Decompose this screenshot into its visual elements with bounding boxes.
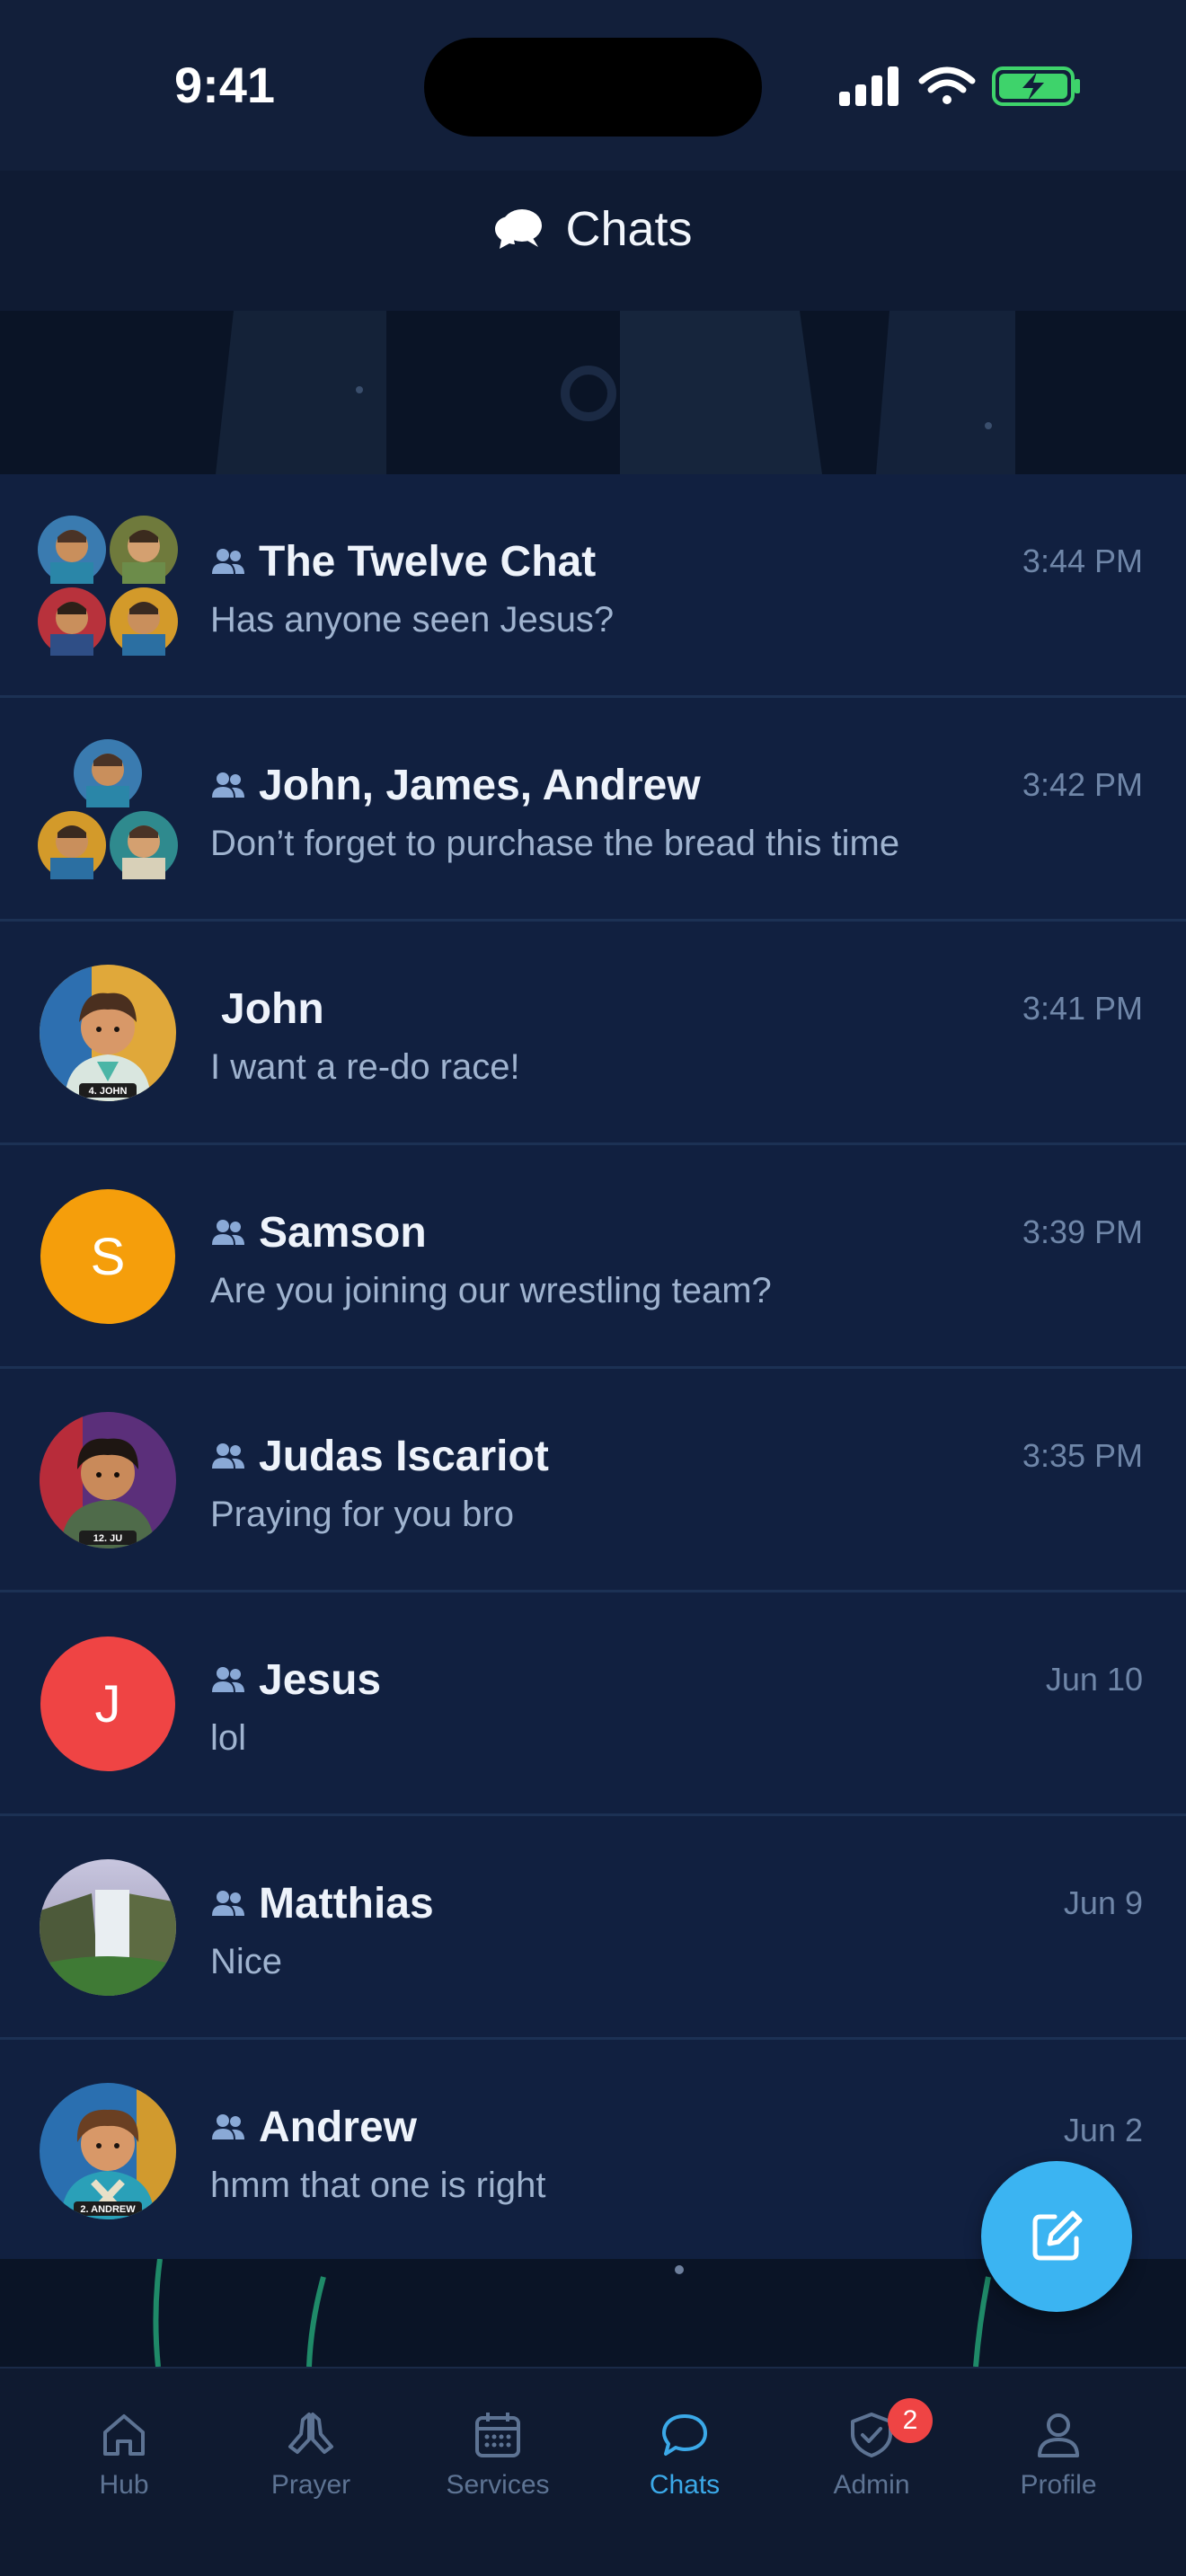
chat-row[interactable]: John, James, Andrew 3:42 PM Don’t forget…: [0, 698, 1186, 922]
chat-row[interactable]: The Twelve Chat 3:44 PM Has anyone seen …: [0, 474, 1186, 698]
chat-preview: Has anyone seen Jesus?: [210, 600, 615, 640]
group-icon: [212, 772, 244, 798]
chat-preview: Nice: [210, 1942, 283, 1981]
tab-services[interactable]: Services: [408, 2409, 588, 2517]
group-icon: [212, 1220, 244, 1245]
chat-preview: Are you joining our wrestling team?: [210, 1271, 772, 1310]
chat-time: Jun 9: [1063, 1884, 1143, 1921]
chat-row[interactable]: 12. JU Judas Iscariot 3:35 PM Praying fo…: [0, 1369, 1186, 1592]
chat-name: John: [221, 984, 324, 1033]
avatar: 12. JU: [38, 1410, 178, 1550]
dynamic-island: [424, 38, 762, 137]
group-avatar: [38, 516, 178, 656]
chat-icon: [662, 2414, 707, 2456]
avatar: [38, 1857, 178, 1998]
avatar: 2. ANDREW: [38, 2081, 178, 2221]
chat-list: The Twelve Chat 3:44 PM Has anyone seen …: [0, 474, 1186, 2263]
chat-name: Jesus: [259, 1655, 382, 1704]
tab-chats[interactable]: Chats: [595, 2409, 774, 2517]
chat-name: Judas Iscariot: [259, 1432, 549, 1480]
group-icon: [212, 1667, 244, 1692]
letter-avatar: S: [40, 1189, 175, 1324]
home-icon: [103, 2414, 145, 2456]
tab-label: Admin: [833, 2470, 910, 2500]
decorative-banner: [0, 311, 1186, 474]
group-icon: [212, 1443, 244, 1469]
chat-name: The Twelve Chat: [259, 537, 597, 586]
page-title: Chats: [565, 202, 693, 256]
wifi-icon: [918, 66, 976, 104]
group-icon: [212, 549, 244, 574]
calendar-icon: [475, 2413, 520, 2457]
chat-time: Jun 10: [1045, 1661, 1143, 1698]
avatar: S: [38, 1187, 178, 1327]
tab-admin[interactable]: Admin 2: [782, 2398, 961, 2517]
chat-row[interactable]: S Samson 3:39 PM Are you joining our wre…: [0, 1145, 1186, 1369]
chat-name: John, James, Andrew: [259, 761, 701, 809]
avatar: J: [38, 1634, 178, 1774]
chat-time: 3:39 PM: [1022, 1213, 1143, 1250]
chat-row[interactable]: Matthias Jun 9 Nice: [0, 1816, 1186, 2040]
chat-preview: I want a re-do race!: [210, 1047, 520, 1087]
battery-charging-icon: [992, 66, 1080, 106]
page-header: Chats: [0, 180, 1186, 278]
tab-label: Hub: [99, 2470, 149, 2500]
compose-button[interactable]: [981, 2161, 1132, 2312]
group-icon: [212, 2114, 244, 2139]
avatar-caption: 4. JOHN: [89, 1086, 128, 1097]
chat-name: Matthias: [259, 1879, 434, 1928]
tab-label: Services: [446, 2470, 550, 2500]
tab-hub[interactable]: Hub: [34, 2409, 214, 2517]
group-avatar: [38, 739, 178, 879]
notification-badge: 2: [888, 2398, 933, 2443]
chat-preview: Don’t forget to purchase the bread this …: [210, 824, 900, 863]
chat-bubbles-icon: [495, 209, 543, 249]
avatar-caption: 2. ANDREW: [80, 2204, 136, 2215]
chat-time: 3:44 PM: [1022, 543, 1143, 579]
letter-avatar: J: [40, 1636, 175, 1771]
status-icons: [839, 66, 1080, 106]
avatar-caption: 12. JU: [93, 1533, 122, 1544]
status-bar: 9:41: [0, 0, 1186, 171]
group-icon: [212, 1891, 244, 1916]
signal-icon: [839, 66, 898, 106]
tab-profile[interactable]: Profile: [969, 2409, 1148, 2517]
person-icon: [1038, 2413, 1079, 2457]
chat-row[interactable]: 4. JOHN John 3:41 PM I want a re-do race…: [0, 922, 1186, 1145]
status-time: 9:41: [173, 57, 276, 113]
compose-icon: [1032, 2210, 1083, 2261]
chat-time: 3:42 PM: [1022, 766, 1143, 803]
chat-name: Samson: [259, 1208, 427, 1257]
tab-label: Prayer: [270, 2470, 351, 2500]
chat-time: 3:35 PM: [1022, 1437, 1143, 1474]
chat-name: Andrew: [259, 2103, 418, 2151]
chat-time: 3:41 PM: [1022, 990, 1143, 1027]
avatar: 4. JOHN: [38, 963, 178, 1103]
tab-bar: Hub Prayer Services Chats Admin 2 Profil…: [0, 2367, 1186, 2576]
chat-preview: lol: [210, 1718, 247, 1758]
chat-time: Jun 2: [1063, 2112, 1143, 2148]
banner-illustration: [0, 311, 1186, 474]
tab-prayer[interactable]: Prayer: [221, 2409, 401, 2517]
chat-row[interactable]: J Jesus Jun 10 lol: [0, 1592, 1186, 1816]
chat-preview: Praying for you bro: [210, 1495, 514, 1534]
tab-label: Chats: [649, 2470, 721, 2500]
tab-label: Profile: [1020, 2470, 1097, 2500]
praying-hands-icon: [288, 2413, 333, 2454]
